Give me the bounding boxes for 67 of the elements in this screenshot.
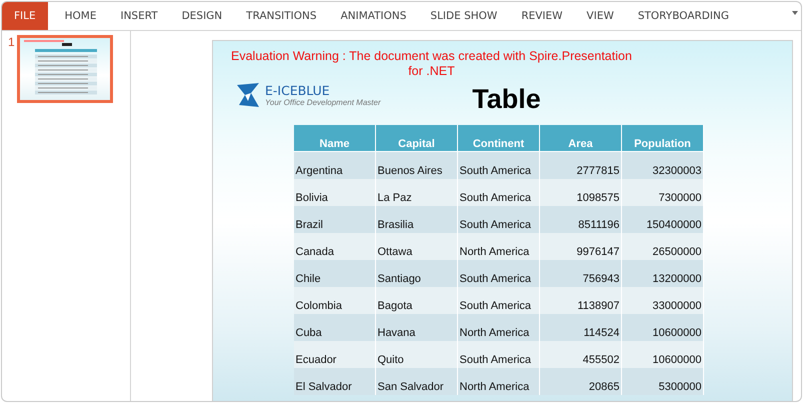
slide-title: Table bbox=[472, 83, 541, 115]
table-cell: North America bbox=[457, 368, 539, 395]
table-cell: South America bbox=[457, 260, 539, 287]
ribbon-tab[interactable]: TRANSITIONS bbox=[235, 2, 328, 30]
table-cell: 756943 bbox=[539, 260, 621, 287]
table-cell: North America bbox=[457, 233, 539, 260]
table-cell: Cuba bbox=[294, 314, 375, 341]
table-cell: 26500000 bbox=[621, 233, 703, 260]
table-cell: 150400000 bbox=[621, 206, 703, 233]
table-cell: 32300003 bbox=[621, 152, 703, 179]
table-cell: South America bbox=[457, 287, 539, 314]
table-cell: Brasilia bbox=[375, 206, 457, 233]
logo-name: E-ICEBLUE bbox=[265, 83, 331, 98]
table-cell: 9976147 bbox=[539, 233, 621, 260]
column-header: Continent bbox=[457, 125, 539, 152]
logo-icon bbox=[235, 81, 261, 109]
table-cell: Santiago bbox=[375, 260, 457, 287]
column-header: Population bbox=[621, 125, 703, 152]
table-cell: 33000000 bbox=[621, 287, 703, 314]
evaluation-warning: Evaluation Warning : The document was created with Spire.Presentation for .NET bbox=[231, 49, 632, 79]
table-cell: 20865 bbox=[539, 368, 621, 395]
table-cell: 455502 bbox=[539, 341, 621, 368]
table-cell: 13200000 bbox=[621, 260, 703, 287]
ribbon-tab[interactable]: ANIMATIONS bbox=[330, 2, 418, 30]
caret-icon[interactable] bbox=[792, 11, 798, 15]
table-cell: Havana bbox=[375, 314, 457, 341]
table-cell: Canada bbox=[294, 233, 375, 260]
table-cell: San Salvador bbox=[375, 368, 457, 395]
ribbon-tab[interactable]: VIEW bbox=[576, 2, 625, 30]
table-cell: Quito bbox=[375, 341, 457, 368]
table-cell: Bolivia bbox=[294, 179, 375, 206]
table-cell: Bagota bbox=[375, 287, 457, 314]
table-cell: South America bbox=[457, 179, 539, 206]
table-cell: South America bbox=[457, 341, 539, 368]
table-cell: 114524 bbox=[539, 314, 621, 341]
table-cell: 8511196 bbox=[539, 206, 621, 233]
table-cell: 2777815 bbox=[539, 152, 621, 179]
table-cell: Chile bbox=[294, 260, 375, 287]
table-cell: Ottawa bbox=[375, 233, 457, 260]
table-cell: La Paz bbox=[375, 179, 457, 206]
table-cell: South America bbox=[457, 152, 539, 179]
table-cell: Argentina bbox=[294, 152, 375, 179]
table-cell: Colombia bbox=[294, 287, 375, 314]
table-cell: 1138907 bbox=[539, 287, 621, 314]
table-cell: South America bbox=[457, 206, 539, 233]
table-cell: 1098575 bbox=[539, 179, 621, 206]
table-cell: Ecuador bbox=[294, 341, 375, 368]
column-header: Capital bbox=[375, 125, 457, 152]
table-cell: El Salvador bbox=[294, 368, 375, 395]
ribbon-tab[interactable]: SLIDE SHOW bbox=[419, 2, 508, 30]
table-cell: Buenos Aires bbox=[375, 152, 457, 179]
table-cell: 10600000 bbox=[621, 341, 703, 368]
ribbon-tab[interactable]: DESIGN bbox=[170, 2, 234, 30]
table-cell: Brazil bbox=[294, 206, 375, 233]
column-header: Area bbox=[539, 125, 621, 152]
ribbon-tab[interactable]: STORYBOARDING bbox=[626, 2, 740, 30]
slide-number: 1 bbox=[8, 35, 15, 49]
ribbon-tab[interactable]: HOME bbox=[54, 2, 108, 30]
column-header: Name bbox=[294, 125, 375, 152]
ribbon-tab[interactable]: INSERT bbox=[109, 2, 169, 30]
slide-thumbnail[interactable] bbox=[16, 35, 113, 103]
logo-tagline: Your Office Development Master bbox=[265, 98, 381, 107]
ribbon-tab[interactable]: REVIEW bbox=[510, 2, 574, 30]
table-cell: 10600000 bbox=[621, 314, 703, 341]
table-cell: 5300000 bbox=[621, 368, 703, 395]
table-cell: North America bbox=[457, 314, 539, 341]
table-cell: 7300000 bbox=[621, 179, 703, 206]
